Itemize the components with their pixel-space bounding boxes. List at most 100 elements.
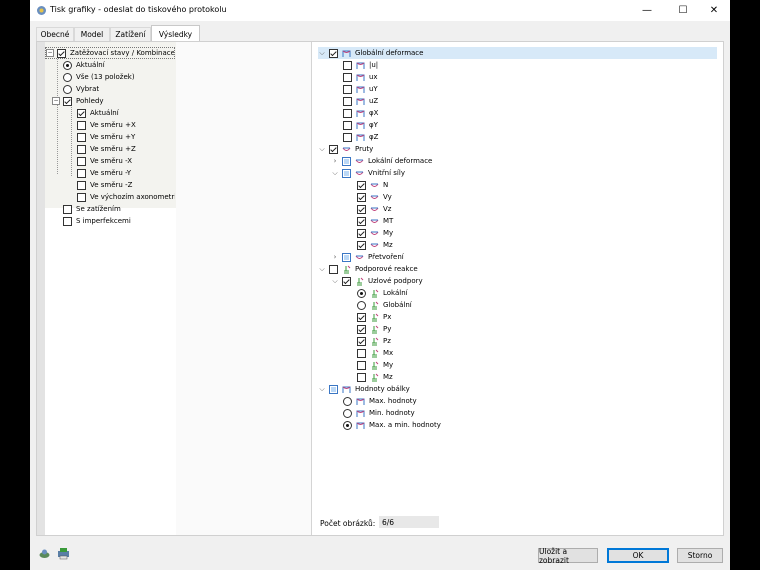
checkbox[interactable] <box>357 312 366 322</box>
view-item[interactable]: Ve výchozím axonometrickém pohledu <box>77 191 175 203</box>
reakce-item[interactable]: Px <box>357 311 391 323</box>
tree-item-uzlove-podpory[interactable]: ⌵ Uzlové podpory <box>331 275 423 287</box>
collapse-icon[interactable]: − <box>46 49 54 57</box>
chevron-down-icon[interactable]: ⌵ <box>331 169 339 178</box>
tree-item-pohledy[interactable]: − Pohledy <box>52 95 104 107</box>
radio-max-hodnoty[interactable]: Max. hodnoty <box>343 395 417 407</box>
radio[interactable] <box>343 396 352 406</box>
checkbox[interactable] <box>357 360 366 370</box>
collapse-icon[interactable]: − <box>52 97 60 105</box>
tree-item-lokalni-deformace[interactable]: › Lokální deformace <box>331 155 432 167</box>
tree-item-globalni-deformace[interactable]: ⌵ Globální deformace <box>318 47 717 59</box>
chevron-right-icon[interactable]: › <box>331 253 339 261</box>
checkbox[interactable] <box>343 120 352 130</box>
tree-item-pruty[interactable]: ⌵ Pruty <box>318 143 373 155</box>
checkbox[interactable] <box>63 216 72 226</box>
tab-zatizeni[interactable]: Zatížení <box>110 27 151 41</box>
tree-item-pretvoreni[interactable]: › Přetvoření <box>331 251 404 263</box>
checkbox[interactable] <box>357 372 366 382</box>
checkbox[interactable] <box>342 156 351 166</box>
checkbox[interactable] <box>357 348 366 358</box>
radio[interactable] <box>357 288 366 298</box>
sila-item[interactable]: Vz <box>357 203 391 215</box>
tree-item-podporove-reakce[interactable]: ⌵ Podporové reakce <box>318 263 418 275</box>
checkbox[interactable] <box>343 60 352 70</box>
checkbox[interactable] <box>63 96 72 106</box>
deformace-item[interactable]: φZ <box>343 131 378 143</box>
minimize-button[interactable]: — <box>631 0 663 21</box>
checkbox[interactable] <box>343 132 352 142</box>
checkbox[interactable] <box>342 276 351 286</box>
checkbox[interactable] <box>357 204 366 214</box>
radio[interactable] <box>343 420 352 430</box>
view-item[interactable]: Ve směru -Z <box>77 179 132 191</box>
radio[interactable] <box>357 300 366 310</box>
checkbox[interactable] <box>77 168 86 178</box>
reakce-item[interactable]: Pz <box>357 335 391 347</box>
checkbox[interactable] <box>343 108 352 118</box>
settings-icon[interactable] <box>38 547 51 560</box>
tree-root-load-cases[interactable]: − Zatěžovací stavy / Kombinace zatížení <box>45 47 175 59</box>
deformace-item[interactable]: φX <box>343 107 378 119</box>
reakce-item[interactable]: My <box>357 359 393 371</box>
tab-vysledky[interactable]: Výsledky <box>151 25 200 42</box>
view-item[interactable]: Aktuální <box>77 107 119 119</box>
maximize-button[interactable]: ☐ <box>667 0 699 21</box>
checkbox[interactable] <box>357 228 366 238</box>
radio-vse[interactable]: Vše (13 položek) <box>63 71 135 83</box>
panel-divider[interactable] <box>311 42 312 535</box>
chevron-down-icon[interactable]: ⌵ <box>318 265 326 274</box>
view-item[interactable]: Ve směru -X <box>77 155 132 167</box>
cancel-button[interactable]: Storno <box>677 548 723 563</box>
checkbox[interactable] <box>77 120 86 130</box>
radio-globalni[interactable]: Globální <box>357 299 412 311</box>
sila-item[interactable]: N <box>357 179 388 191</box>
checkbox[interactable] <box>342 168 351 178</box>
checkbox[interactable] <box>357 216 366 226</box>
checkbox[interactable] <box>77 144 86 154</box>
tree-item-vnitrni-sily[interactable]: ⌵ Vnitřní síly <box>331 167 405 179</box>
radio[interactable] <box>63 84 72 94</box>
close-button[interactable]: ✕ <box>698 0 730 21</box>
reakce-item[interactable]: Py <box>357 323 391 335</box>
checkbox[interactable] <box>77 192 86 202</box>
checkbox-se-zatizenim[interactable]: Se zatížením <box>63 203 121 215</box>
checkbox[interactable] <box>77 180 86 190</box>
reakce-item[interactable]: Mz <box>357 371 393 383</box>
radio-min-hodnoty[interactable]: Min. hodnoty <box>343 407 415 419</box>
checkbox[interactable] <box>357 180 366 190</box>
checkbox[interactable] <box>357 324 366 334</box>
checkbox[interactable] <box>329 144 338 154</box>
sila-item[interactable]: My <box>357 227 393 239</box>
checkbox[interactable] <box>77 108 86 118</box>
checkbox[interactable] <box>357 192 366 202</box>
checkbox[interactable] <box>343 96 352 106</box>
chevron-down-icon[interactable]: ⌵ <box>331 277 339 286</box>
checkbox[interactable] <box>63 204 72 214</box>
save-and-show-button[interactable]: Uložit a zobrazit <box>538 547 598 565</box>
chevron-right-icon[interactable]: › <box>331 157 339 165</box>
deformace-item[interactable]: ux <box>343 71 378 83</box>
print-icon[interactable] <box>57 547 70 560</box>
checkbox[interactable] <box>329 264 338 274</box>
radio-lokalni[interactable]: Lokální <box>357 287 408 299</box>
view-item[interactable]: Ve směru +Y <box>77 131 135 143</box>
checkbox-s-imperfekcemi[interactable]: S imperfekcemi <box>63 215 131 227</box>
checkbox[interactable] <box>329 384 338 394</box>
sila-item[interactable]: MT <box>357 215 393 227</box>
radio[interactable] <box>63 72 72 82</box>
sila-item[interactable]: Mz <box>357 239 393 251</box>
checkbox[interactable] <box>57 48 66 58</box>
chevron-down-icon[interactable]: ⌵ <box>318 49 326 58</box>
radio[interactable] <box>343 408 352 418</box>
radio-aktualni[interactable]: Aktuální <box>63 59 105 71</box>
tab-obecne[interactable]: Obecné <box>36 27 74 41</box>
deformace-item[interactable]: uZ <box>343 95 378 107</box>
view-item[interactable]: Ve směru -Y <box>77 167 131 179</box>
ok-button[interactable]: OK <box>607 548 669 563</box>
checkbox[interactable] <box>77 132 86 142</box>
reakce-item[interactable]: Mx <box>357 347 393 359</box>
checkbox[interactable] <box>357 336 366 346</box>
tree-item-hodnoty-obalky[interactable]: ⌵ Hodnoty obálky <box>318 383 410 395</box>
radio[interactable] <box>63 60 72 70</box>
